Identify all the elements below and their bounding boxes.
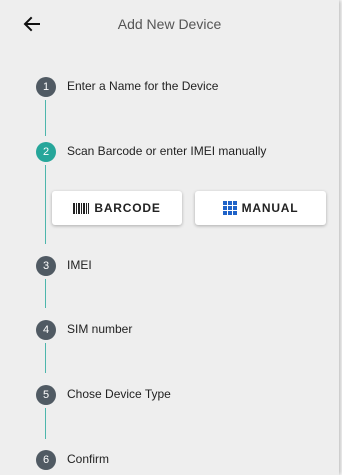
- step-label: Chose Device Type: [67, 387, 171, 401]
- barcode-button-label: BARCODE: [94, 201, 161, 215]
- step-number: 4: [36, 320, 56, 340]
- screen: Add New Device 1 Enter a Name for the De…: [0, 0, 339, 475]
- step-connector: [45, 100, 46, 136]
- step-label: SIM number: [67, 322, 133, 336]
- step-connector: [45, 165, 46, 244]
- barcode-button[interactable]: BARCODE: [52, 191, 182, 225]
- step-label: IMEI: [67, 258, 92, 272]
- page-title: Add New Device: [117, 16, 222, 32]
- step-connector: [45, 408, 46, 439]
- step-number: 1: [36, 77, 56, 97]
- step-label: Confirm: [67, 452, 110, 466]
- barcode-icon: [73, 202, 90, 214]
- manual-button-label: MANUAL: [241, 201, 299, 215]
- keypad-grid-icon: [222, 201, 237, 215]
- step-number: 3: [36, 256, 56, 276]
- app-bar: Add New Device: [0, 0, 339, 48]
- step-number: 2: [36, 142, 56, 162]
- step-connector: [45, 343, 46, 373]
- step-number: 6: [36, 450, 56, 470]
- step-connector: [45, 279, 46, 308]
- step-label: Scan Barcode or enter IMEI manually: [67, 144, 267, 158]
- step-number: 5: [36, 385, 56, 405]
- step-label: Enter a Name for the Device: [67, 79, 219, 93]
- manual-button[interactable]: MANUAL: [195, 191, 326, 225]
